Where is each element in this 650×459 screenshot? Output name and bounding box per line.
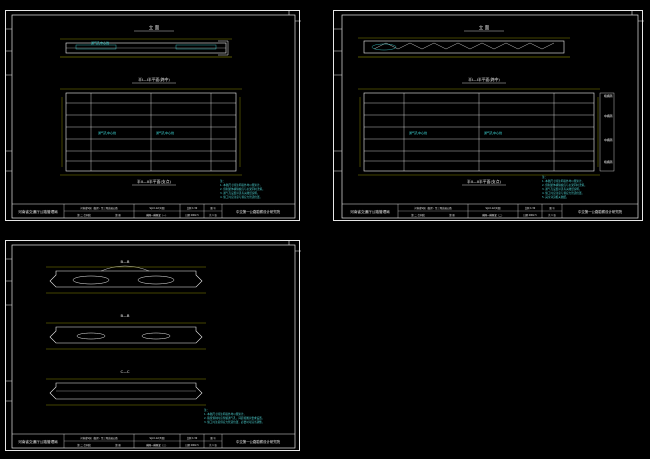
note-line: 注： (204, 408, 209, 412)
note-line: 2. 预制梁体横隔板应与主梁同时浇筑。 (542, 183, 587, 187)
section-title: C—C (120, 369, 129, 374)
note-line: 注： (220, 179, 225, 183)
sheet-count: 共 1 张 (548, 213, 556, 217)
note-line: 5. 其余详见相关图纸。 (542, 195, 569, 199)
sheet-count: 共 1 张 (209, 213, 217, 217)
contract-section: 第 二 合同段 (411, 213, 425, 217)
institute-name: 中交第一公路勘察设计研究院 (236, 209, 281, 214)
annotation-vent-2: 通气孔中心线 (484, 130, 502, 135)
view-title-mid: 半I—I半平面(跨中) (468, 77, 500, 82)
title-block: 河南省交通厅公路管理局 河南省S国（省界）至三零高速公路 第 二 合同段 第 册… (12, 433, 295, 448)
volume: 第 册 (115, 213, 121, 217)
note-line: 3. 通气孔设置详见有关图纸说明。 (542, 187, 582, 191)
annotation-vent-mid-1: 通气孔中心线 (98, 130, 116, 135)
contract-section: 第 二 合同段 (77, 443, 91, 447)
project-name: 河南省S国（省界）至三零高速公路 (80, 206, 118, 210)
annotation-vent-mid-2: 通气孔中心线 (156, 130, 174, 135)
notes-block: 注： 1. 本图尺寸除注明者外均以厘米计。 2. 预制梁体横隔板应与主梁同时浇筑… (542, 175, 587, 199)
note-line: 4. 施工时应注意与预应力管道位置。 (542, 191, 584, 195)
note-line: 1. 本图尺寸除注明者外均以厘米计。 (542, 179, 584, 183)
view-title-top: 立 面 (149, 24, 160, 31)
org-name: 河南省交通厅公路管理局 (18, 439, 58, 444)
sheet-label: 图 号 (210, 206, 216, 210)
notes-block: 注： 1. 本图尺寸除注明者外均以厘米计。 2. 预制梁体横隔板应与主梁同时浇筑… (220, 179, 265, 199)
date: 日期 2002.5 (185, 443, 199, 447)
drawing-sheet-1: 立 面 通气孔中心线 半I—I半平面(跨中) 通气孔中心线 通气孔中心线 半II… (5, 10, 301, 221)
drawing-sheet-3: B—B B—B C—C 注： 1. 本图尺寸除注明者外均以厘米计。 2. 箱梁预… (5, 240, 301, 451)
note-line: 4. 施工时应注意与预应力管道位置。 (220, 195, 262, 199)
annotation-vent-1: 通气孔中心线 (409, 130, 427, 135)
institute-name: 中交第一公路勘察设计研究院 (578, 209, 623, 214)
scale: 比例 1:30 (187, 206, 198, 210)
drawing-number: SJ-IX-12(3)图 (150, 436, 166, 440)
date: 日期 2002.5 (185, 213, 199, 217)
view-title-mid: 半I—I半平面(跨中) (138, 77, 170, 82)
section-title: B—B (120, 259, 129, 264)
title-block: 河南省交通厅公路管理局 河南省S国（省界）至三零高速公路 第 二 合同段 第 册… (12, 203, 295, 218)
drawing-sheet-2: 立 面 半I—I半平面(跨中) 端横隔 中横隔 中横隔 端横隔 通气孔中心线 通… (333, 10, 644, 221)
notes-block: 注： 1. 本图尺寸除注明者外均以厘米计。 2. 箱梁预制时应预留通气孔，间距按… (204, 408, 264, 424)
note-line: 1. 本图尺寸除注明者外均以厘米计。 (204, 412, 246, 416)
sheet-3-canvas: B—B B—B C—C 注： 1. 本图尺寸除注明者外均以厘米计。 2. 箱梁预… (6, 241, 301, 449)
section-outline (49, 270, 203, 288)
note-line: 1. 本图尺寸除注明者外均以厘米计。 (220, 183, 262, 187)
org-name: 河南省交通厅公路管理局 (18, 209, 58, 214)
side-label: 中横隔 (604, 114, 613, 118)
side-label: 端横隔 (604, 94, 613, 98)
view-title-bot: 半II—II半平面(支点) (467, 179, 502, 184)
scale: 比例 1:30 (525, 206, 536, 210)
volume: 第 册 (449, 213, 455, 217)
institute-name: 中交第一公路勘察设计研究院 (236, 439, 281, 444)
sheet-label: 图 号 (549, 206, 555, 210)
project-name: 河南省S国（省界）至三零高速公路 (80, 436, 118, 440)
drawing-number: SJ-IX-12(1)图 (150, 206, 166, 210)
view-title-bot: 半II—II半平面(支点) (137, 179, 172, 184)
scale: 比例 1:30 (187, 436, 198, 440)
sheet-1-canvas: 立 面 通气孔中心线 半I—I半平面(跨中) 通气孔中心线 通气孔中心线 半II… (6, 11, 301, 219)
view-title-top: 立 面 (479, 24, 490, 31)
note-line: 2. 箱梁预制时应预留通气孔，间距按图示要求设置。 (204, 416, 264, 420)
section-outline (49, 326, 203, 344)
side-label: 端横隔 (604, 160, 613, 164)
note-line: 注： (542, 175, 547, 179)
sheet-label: 图 号 (210, 436, 216, 440)
note-line: 2. 预制梁体横隔板应与主梁同时浇筑。 (220, 187, 265, 191)
sheet-2-canvas: 立 面 半I—I半平面(跨中) 端横隔 中横隔 中横隔 端横隔 通气孔中心线 通… (334, 11, 644, 219)
annotation-vent-top: 通气孔中心线 (91, 40, 109, 45)
note-line: 3. 通气孔设置详见有关图纸说明。 (220, 191, 260, 195)
contract-section: 第 二 合同段 (77, 213, 91, 217)
drawing-number: SJ-IX-12(2)图 (486, 206, 502, 210)
volume: 第 册 (115, 443, 121, 447)
drawing-title: 横隔一横隔梁（一） (146, 213, 168, 217)
side-label: 中横隔 (604, 138, 613, 142)
project-name: 河南省S国（省界）至三零高速公路 (414, 206, 452, 210)
drawing-title: 横隔一横隔梁（三） (146, 443, 168, 447)
note-line: 3. 施工时注意预应力管道位置，必要时可适当调整。 (204, 420, 264, 424)
date: 日期 2002.5 (523, 213, 537, 217)
sheet-count: 共 1 张 (209, 443, 217, 447)
drawing-title: 横隔一横隔梁（二） (482, 213, 504, 217)
org-name: 河南省交通厅公路管理局 (350, 209, 390, 214)
section-title: B—B (120, 313, 129, 318)
title-block: 河南省交通厅公路管理局 河南省S国（省界）至三零高速公路 第 二 合同段 第 册… (342, 203, 638, 218)
